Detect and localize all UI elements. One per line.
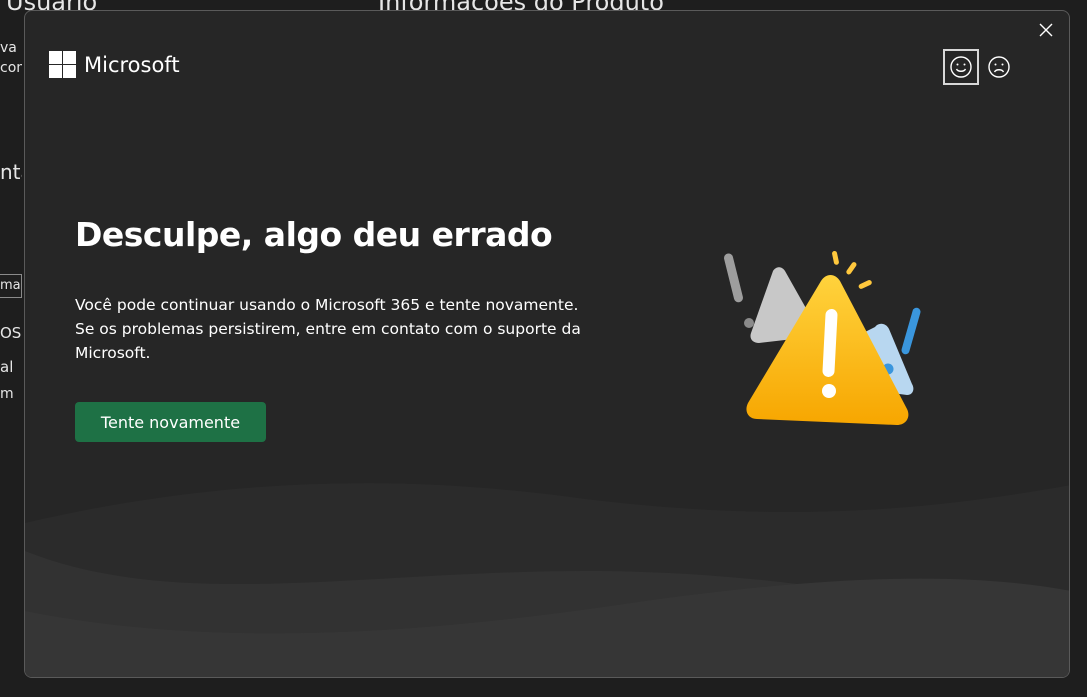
bg-text-line: va xyxy=(0,40,17,56)
bg-text-line: com xyxy=(0,60,22,76)
smile-feedback-button[interactable] xyxy=(943,49,979,85)
frown-icon xyxy=(988,56,1010,78)
bg-text-line: m xyxy=(0,386,14,402)
error-message-line: Se os problemas persistirem, entre em co… xyxy=(75,320,581,362)
retry-button[interactable]: Tente novamente xyxy=(75,402,266,442)
error-message: Você pode continuar usando o Microsoft 3… xyxy=(75,293,615,365)
bg-text-line: OS: xyxy=(0,324,22,342)
error-dialog: Microsoft Desculpe, algo deu errado Você… xyxy=(24,10,1070,678)
close-icon xyxy=(1039,23,1053,37)
frown-feedback-button[interactable] xyxy=(983,51,1015,83)
logo-text: Microsoft xyxy=(84,52,180,77)
bg-heading-account: nta xyxy=(0,160,22,184)
close-button[interactable] xyxy=(1031,15,1061,45)
bg-input-field[interactable]: ma xyxy=(0,274,22,298)
smile-icon xyxy=(950,56,972,78)
microsoft-logo: Microsoft xyxy=(49,51,180,78)
error-title: Desculpe, algo deu errado xyxy=(75,215,553,254)
microsoft-squares-icon xyxy=(49,51,76,78)
error-message-line: Você pode continuar usando o Microsoft 3… xyxy=(75,296,579,314)
warning-triangles-icon xyxy=(724,250,921,425)
feedback-group xyxy=(943,49,1015,85)
bg-text-line: al xyxy=(0,358,14,376)
